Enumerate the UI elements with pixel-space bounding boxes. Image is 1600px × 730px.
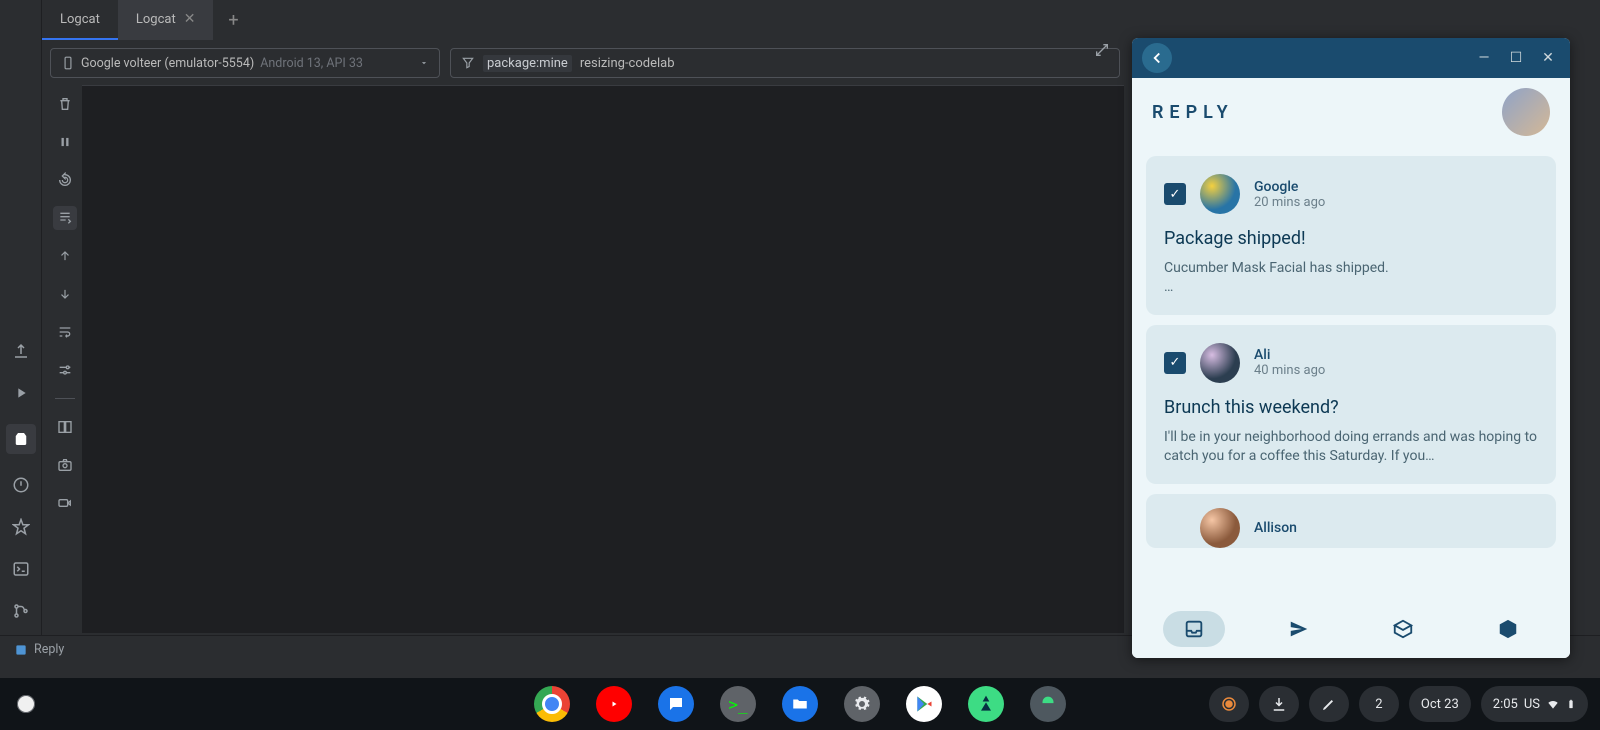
close-icon[interactable]: ✕ — [1536, 50, 1560, 66]
chevron-down-icon — [419, 58, 429, 68]
app-header: REPLY — [1132, 78, 1570, 146]
maximize-icon[interactable]: ☐ — [1504, 50, 1528, 66]
email-time: 20 mins ago — [1254, 195, 1325, 210]
status-label: Reply — [34, 642, 64, 657]
sender-avatar — [1200, 508, 1240, 548]
nav-sent[interactable] — [1268, 611, 1330, 647]
down-icon[interactable] — [53, 282, 77, 306]
run-icon[interactable] — [10, 382, 32, 404]
settings-icon[interactable] — [53, 358, 77, 382]
settings-icon[interactable] — [844, 686, 880, 722]
chrome-icon[interactable] — [534, 686, 570, 722]
pause-icon[interactable] — [53, 130, 77, 154]
shelf-apps: >_ — [534, 686, 1066, 722]
sender-avatar — [1200, 174, 1240, 214]
restart-icon[interactable] — [53, 168, 77, 192]
wrap-icon[interactable] — [53, 320, 77, 344]
device-icon — [61, 56, 75, 70]
record-icon[interactable] — [53, 491, 77, 515]
logcat-side-tools — [50, 92, 80, 515]
download-icon[interactable] — [1259, 686, 1299, 722]
email-time: 40 mins ago — [1254, 363, 1325, 378]
nav-drafts[interactable] — [1372, 611, 1434, 647]
logcat-icon[interactable] — [6, 424, 36, 454]
minimize-icon[interactable]: — — [1472, 50, 1496, 66]
youtube-icon[interactable] — [596, 686, 632, 722]
chromeos-shelf: >_ 2 Oct 23 2:05 US — [0, 678, 1600, 730]
vcs-icon[interactable] — [10, 600, 32, 622]
email-from: Allison — [1254, 520, 1297, 536]
nav-spam[interactable] — [1477, 611, 1539, 647]
email-subject: Package shipped! — [1164, 228, 1538, 249]
android-studio-icon[interactable] — [968, 686, 1004, 722]
screenshot-icon[interactable] — [53, 453, 77, 477]
add-tab-button[interactable]: + — [213, 0, 253, 40]
emulator-window: — ☐ ✕ REPLY ✓ Google 20 mins ago Package… — [1132, 38, 1570, 658]
profile-avatar[interactable] — [1502, 88, 1550, 136]
checkbox-checked-icon[interactable]: ✓ — [1164, 183, 1186, 205]
filter-input[interactable]: package:mine resizing-codelab — [450, 48, 1120, 78]
terminal-icon[interactable]: >_ — [720, 686, 756, 722]
email-card[interactable]: ✓ Ali 40 mins ago Brunch this weekend? I… — [1146, 325, 1556, 484]
battery-icon — [1566, 696, 1576, 712]
tab-logcat-2[interactable]: Logcat ✕ — [118, 0, 214, 40]
email-card[interactable]: Allison — [1146, 494, 1556, 548]
filter-text: resizing-codelab — [580, 56, 675, 71]
separator — [55, 398, 75, 399]
email-list: ✓ Google 20 mins ago Package shipped! Cu… — [1132, 146, 1570, 600]
notification-badge[interactable]: 2 — [1359, 686, 1399, 722]
nav-inbox[interactable] — [1163, 611, 1225, 647]
app-icon — [14, 643, 28, 657]
clear-icon[interactable] — [53, 92, 77, 116]
launcher-button[interactable] — [12, 690, 40, 718]
filter-package: package:mine — [483, 55, 572, 72]
app-title: REPLY — [1152, 102, 1234, 123]
status-tray[interactable]: 2:05 US — [1481, 686, 1588, 722]
email-body: I'll be in your neighborhood doing erran… — [1164, 428, 1538, 466]
scroll-end-icon[interactable] — [53, 206, 77, 230]
wifi-icon — [1546, 697, 1560, 711]
device-name: Google volteer (emulator-5554) — [81, 56, 254, 71]
bottom-nav — [1132, 600, 1570, 658]
messages-icon[interactable] — [658, 686, 694, 722]
shelf-tray: 2 Oct 23 2:05 US — [1209, 686, 1588, 722]
files-icon[interactable] — [782, 686, 818, 722]
profiler-icon[interactable] — [10, 516, 32, 538]
android-icon[interactable] — [1030, 686, 1066, 722]
terminal-icon[interactable] — [10, 558, 32, 580]
pen-icon[interactable] — [1309, 686, 1349, 722]
email-from: Google — [1254, 179, 1325, 195]
date-tray[interactable]: Oct 23 — [1409, 686, 1471, 722]
left-tool-rail — [0, 0, 42, 663]
email-subject: Brunch this weekend? — [1164, 397, 1538, 418]
emulator-titlebar: — ☐ ✕ — [1132, 38, 1570, 78]
device-detail: Android 13, API 33 — [260, 56, 363, 71]
design-icon[interactable] — [10, 340, 32, 362]
tab-logcat-1[interactable]: Logcat — [42, 0, 118, 40]
logcat-tabs: Logcat Logcat ✕ + — [42, 0, 253, 40]
back-button[interactable] — [1142, 43, 1172, 73]
device-selector[interactable]: Google volteer (emulator-5554) Android 1… — [50, 48, 440, 78]
split-icon[interactable] — [53, 415, 77, 439]
problems-icon[interactable] — [10, 474, 32, 496]
play-store-icon[interactable] — [906, 686, 942, 722]
tab-label: Logcat — [136, 12, 176, 27]
expand-icon[interactable] — [1094, 42, 1110, 62]
email-card[interactable]: ✓ Google 20 mins ago Package shipped! Cu… — [1146, 156, 1556, 315]
checkbox-checked-icon[interactable]: ✓ — [1164, 352, 1186, 374]
email-body-more: … — [1164, 278, 1538, 297]
logcat-toolbar: Google volteer (emulator-5554) Android 1… — [50, 48, 1120, 78]
log-output — [82, 85, 1124, 633]
sender-avatar — [1200, 343, 1240, 383]
close-icon[interactable]: ✕ — [184, 11, 196, 27]
up-icon[interactable] — [53, 244, 77, 268]
screencast-icon[interactable] — [1209, 686, 1249, 722]
filter-icon — [461, 56, 475, 70]
email-body: Cucumber Mask Facial has shipped. — [1164, 259, 1538, 278]
email-from: Ali — [1254, 347, 1325, 363]
tab-label: Logcat — [60, 12, 100, 27]
